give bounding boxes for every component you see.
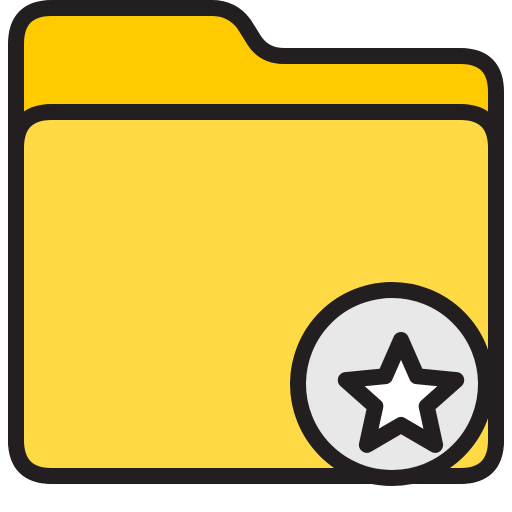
favorite-folder-svg [8,0,504,486]
favorite-folder-icon [0,0,512,512]
